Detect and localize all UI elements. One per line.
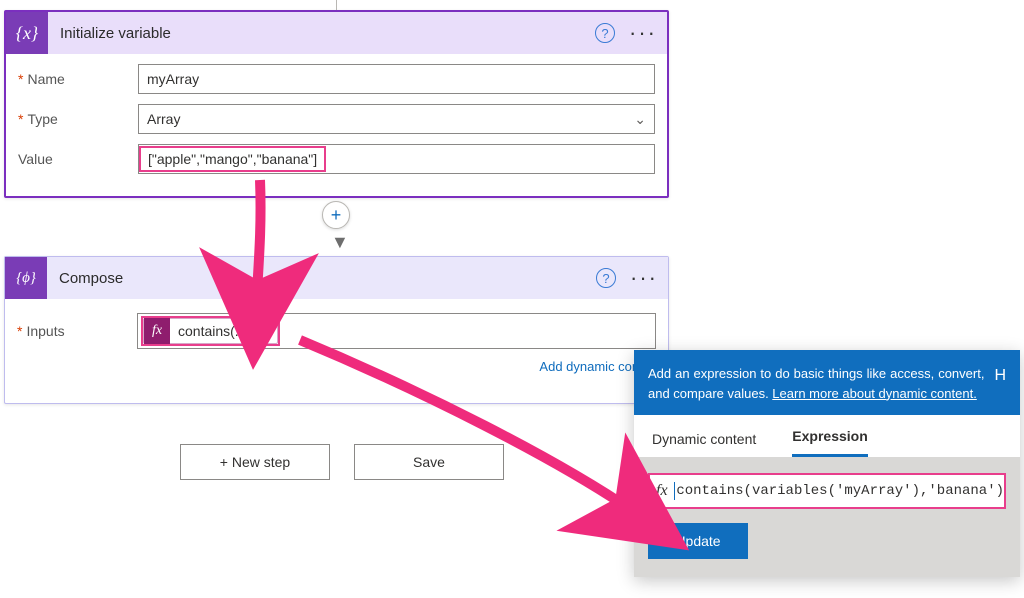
new-step-button[interactable]: + New step bbox=[180, 444, 330, 480]
card-header[interactable]: {ϕ} Compose ? ··· bbox=[5, 257, 668, 299]
popup-tabs: Dynamic content Expression bbox=[634, 415, 1020, 457]
more-menu-icon[interactable]: ··· bbox=[630, 265, 658, 291]
text-cursor bbox=[674, 482, 675, 500]
action-card-initialize-variable: {x} Initialize variable ? ··· Name myArr… bbox=[4, 10, 669, 198]
inputs-field[interactable]: fx contains(...) ✕ bbox=[137, 313, 656, 349]
value-highlight: ["apple","mango","banana"] bbox=[139, 146, 326, 172]
expression-area: fx contains(variables('myArray'),'banana… bbox=[634, 457, 1020, 577]
compose-icon: {ϕ} bbox=[5, 257, 47, 299]
arrow-down-icon: ▼ bbox=[331, 232, 349, 253]
expression-token[interactable]: fx contains(...) ✕ bbox=[143, 318, 278, 344]
popup-help-banner: Add an expression to do basic things lik… bbox=[634, 350, 1020, 415]
card-body: Name myArray Type Array ⌄ Value ["apple"… bbox=[6, 54, 667, 186]
label-type: Type bbox=[18, 111, 138, 127]
help-glyph: ? bbox=[601, 26, 608, 41]
footer-buttons: + New step Save bbox=[180, 444, 504, 480]
curly-glyph: {x} bbox=[16, 23, 38, 44]
type-select[interactable]: Array ⌄ bbox=[138, 104, 655, 134]
action-card-compose: {ϕ} Compose ? ··· Inputs fx contains(...… bbox=[4, 256, 669, 404]
plus-icon: + bbox=[331, 205, 342, 226]
compose-glyph: {ϕ} bbox=[16, 270, 36, 287]
name-input[interactable]: myArray bbox=[138, 64, 655, 94]
label-inputs: Inputs bbox=[17, 323, 137, 339]
card-title: Compose bbox=[59, 270, 596, 287]
type-select-value: Array bbox=[147, 111, 180, 127]
tab-expression[interactable]: Expression bbox=[792, 428, 867, 457]
more-menu-icon[interactable]: ··· bbox=[629, 20, 657, 46]
fx-icon: fx bbox=[144, 318, 170, 344]
tab-dynamic-content[interactable]: Dynamic content bbox=[652, 431, 756, 457]
label-name: Name bbox=[18, 71, 138, 87]
chevron-down-icon: ⌄ bbox=[634, 111, 646, 128]
card-header[interactable]: {x} Initialize variable ? ··· bbox=[6, 12, 667, 54]
expression-value: contains(variables('myArray'),'banana') bbox=[676, 483, 1004, 499]
remove-token-icon[interactable]: ✕ bbox=[259, 323, 271, 340]
card-body: Inputs fx contains(...) ✕ Add dynamic co… bbox=[5, 299, 668, 388]
add-dynamic-content-link[interactable]: Add dynamic conte bbox=[17, 359, 656, 374]
token-label: contains(...) bbox=[178, 323, 251, 339]
value-input[interactable]: ["apple","mango","banana"] bbox=[138, 144, 655, 174]
inputs-highlight: fx contains(...) ✕ bbox=[141, 316, 280, 346]
name-input-value: myArray bbox=[147, 71, 199, 87]
save-button[interactable]: Save bbox=[354, 444, 504, 480]
help-icon[interactable]: ? bbox=[596, 268, 616, 288]
help-glyph: ? bbox=[602, 271, 609, 286]
update-button[interactable]: Update bbox=[648, 523, 748, 559]
help-icon[interactable]: ? bbox=[595, 23, 615, 43]
expression-input[interactable]: fx contains(variables('myArray'),'banana… bbox=[648, 473, 1006, 509]
hide-button[interactable]: H bbox=[994, 364, 1006, 403]
fx-icon: fx bbox=[650, 482, 674, 500]
curly-braces-icon: {x} bbox=[6, 12, 48, 54]
label-value: Value bbox=[18, 151, 138, 167]
value-input-value: ["apple","mango","banana"] bbox=[148, 151, 317, 167]
expression-dialog: Add an expression to do basic things lik… bbox=[634, 350, 1020, 577]
insert-step-button[interactable]: + bbox=[322, 201, 350, 229]
learn-more-link[interactable]: Learn more about dynamic content. bbox=[772, 386, 977, 401]
connector-segment-top bbox=[336, 0, 337, 10]
card-title: Initialize variable bbox=[60, 25, 595, 42]
